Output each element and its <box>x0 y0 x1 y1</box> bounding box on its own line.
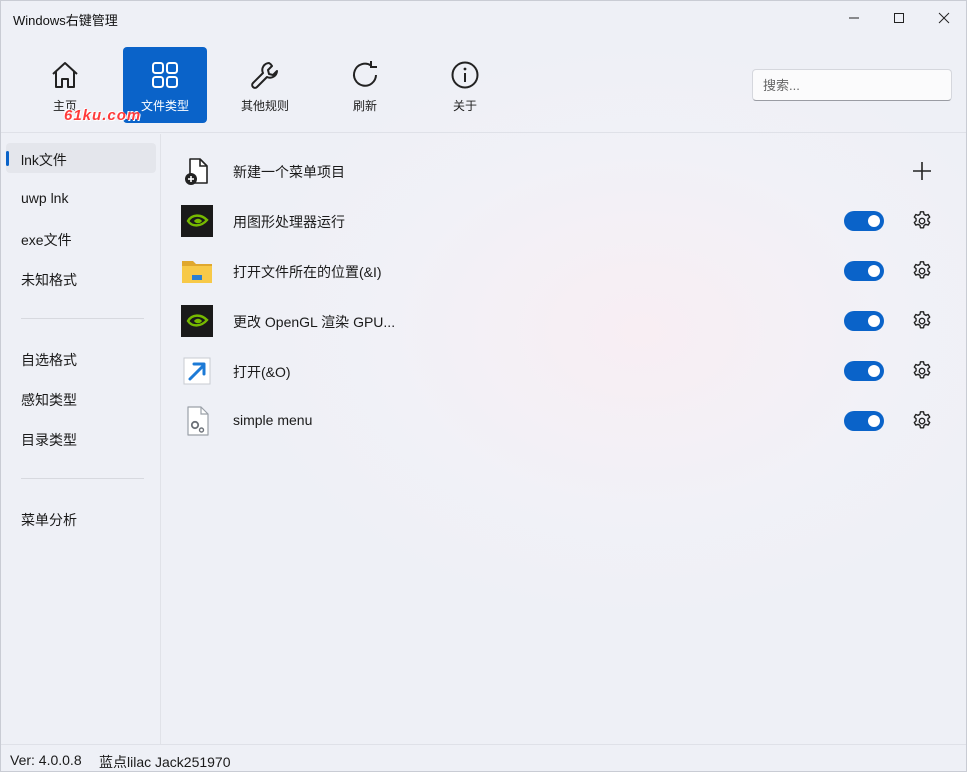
refresh-icon <box>353 61 377 87</box>
menu-item-row: 用图形处理器运行 <box>179 201 949 241</box>
author-text: 蓝点lilac Jack251970 <box>99 754 231 770</box>
menu-item-label: 打开文件所在的位置(&I) <box>233 264 382 280</box>
sidebar: lnk文件 uwp lnk exe文件 未知格式 自选格式 感知类型 目录类型 … <box>1 134 161 744</box>
tab-about[interactable]: 关于 <box>423 47 507 123</box>
new-file-icon <box>185 158 208 185</box>
gear-icon[interactable] <box>911 310 933 332</box>
sidebar-item-lnk[interactable]: lnk文件 <box>6 143 156 173</box>
menu-item-label: 更改 OpenGL 渲染 GPU... <box>233 314 396 330</box>
menu-item-row: 打开(&O) <box>179 351 949 391</box>
sidebar-item-custom-format[interactable]: 自选格式 <box>6 343 156 373</box>
minimize-icon <box>849 17 859 19</box>
sidebar-item-menu-analysis[interactable]: 菜单分析 <box>6 503 156 533</box>
app-title: Windows右键管理 <box>13 13 118 28</box>
sidebar-item-label: 感知类型 <box>21 392 77 408</box>
sidebar-item-uwp-lnk[interactable]: uwp lnk <box>6 183 156 213</box>
new-menu-item-row[interactable]: 新建一个菜单项目 <box>179 151 949 191</box>
tab-about-label: 关于 <box>452 99 477 113</box>
add-icon[interactable] <box>911 160 933 182</box>
close-button[interactable] <box>921 1 967 35</box>
toggle-knob <box>868 215 880 227</box>
new-menu-item-label: 新建一个菜单项目 <box>233 164 345 180</box>
enable-toggle[interactable] <box>844 311 884 331</box>
gear-icon[interactable] <box>911 210 933 232</box>
sidebar-item-label: 自选格式 <box>21 352 77 368</box>
toggle-knob <box>868 265 880 277</box>
sidebar-divider <box>21 318 144 319</box>
sidebar-item-label: 未知格式 <box>21 272 77 288</box>
minimize-button[interactable] <box>831 1 877 35</box>
sidebar-item-label: 菜单分析 <box>21 512 77 528</box>
close-icon <box>938 12 950 24</box>
folder-icon <box>182 261 212 283</box>
sidebar-item-label: exe文件 <box>21 232 72 248</box>
gear-icon[interactable] <box>911 360 933 382</box>
menu-item-row: 打开文件所在的位置(&I) <box>179 251 949 291</box>
menu-item-label: 用图形处理器运行 <box>233 214 345 230</box>
settings-file-icon <box>187 406 209 436</box>
maximize-button[interactable] <box>876 1 922 35</box>
tab-other-rules-label: 其他规则 <box>240 99 289 113</box>
toolbar: 主页 文件类型 其他规则 刷新 关于 61ku.com <box>1 35 966 133</box>
enable-toggle[interactable] <box>844 411 884 431</box>
sidebar-item-exe[interactable]: exe文件 <box>6 223 156 253</box>
tab-other-rules[interactable]: 其他规则 <box>223 47 307 123</box>
menu-item-row: 更改 OpenGL 渲染 GPU... <box>179 301 949 341</box>
shortcut-arrow-icon <box>183 357 211 385</box>
grid-icon <box>152 62 178 88</box>
enable-toggle[interactable] <box>844 211 884 231</box>
maximize-icon <box>894 13 904 23</box>
status-bar: Ver: 4.0.0.8 蓝点lilac Jack251970 <box>1 744 966 772</box>
enable-toggle[interactable] <box>844 261 884 281</box>
nvidia-icon <box>181 305 213 337</box>
gear-icon[interactable] <box>911 410 933 432</box>
sidebar-item-unknown-format[interactable]: 未知格式 <box>6 263 156 293</box>
gear-icon[interactable] <box>911 260 933 282</box>
version-text: Ver: 4.0.0.8 <box>10 752 82 768</box>
wrench-icon <box>251 62 278 89</box>
sidebar-item-label: uwp lnk <box>21 190 69 206</box>
toggle-knob <box>868 415 880 427</box>
menu-item-label: simple menu <box>233 412 313 428</box>
sidebar-item-label: lnk文件 <box>21 152 67 168</box>
enable-toggle[interactable] <box>844 361 884 381</box>
home-icon <box>52 62 78 88</box>
tab-refresh-label: 刷新 <box>352 99 377 113</box>
title-bar: Windows右键管理 <box>1 1 966 35</box>
menu-item-row: simple menu <box>179 401 949 441</box>
toggle-knob <box>868 315 880 327</box>
sidebar-item-label: 目录类型 <box>21 432 77 448</box>
selection-indicator <box>6 151 9 166</box>
menu-item-label: 打开(&O) <box>233 364 291 380</box>
sidebar-divider <box>21 478 144 479</box>
sidebar-item-perceived-type[interactable]: 感知类型 <box>6 383 156 413</box>
nvidia-icon <box>181 205 213 237</box>
watermark: 61ku.com <box>64 107 142 124</box>
app-window: Windows右键管理 主页 文件类型 其他规则 刷新 关于 61ku.com … <box>0 0 967 772</box>
tab-file-types-label: 文件类型 <box>140 99 189 113</box>
info-icon <box>451 61 479 89</box>
tab-refresh[interactable]: 刷新 <box>323 47 407 123</box>
sidebar-item-directory-type[interactable]: 目录类型 <box>6 423 156 453</box>
search-input[interactable] <box>752 69 952 101</box>
toggle-knob <box>868 365 880 377</box>
